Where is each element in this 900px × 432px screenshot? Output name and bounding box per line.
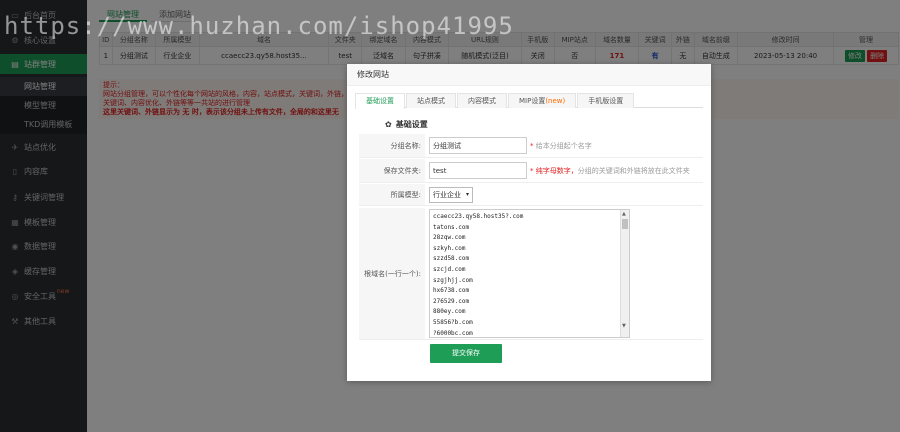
- group-name-input[interactable]: [429, 137, 527, 154]
- domain-line: 276529.com: [433, 297, 470, 305]
- domain-line: ccaecc23.qy58.host35?.com: [433, 213, 524, 220]
- form-row-folder: 保存文件夹: * 纯字母数字，分组的关键词和外链将放在此文件夹: [359, 159, 703, 183]
- form-row-group-name: 分组名称: * 给本分组起个名字: [359, 134, 703, 158]
- tab-site-mode[interactable]: 站点模式: [406, 93, 456, 108]
- gear-icon: ✿: [385, 120, 392, 129]
- domains-list: ccaecc23.qy58.host35?.com tatons.com 28z…: [430, 210, 629, 337]
- domain-line: szcjd.com: [433, 265, 466, 273]
- textarea-scrollbar[interactable]: ▲ ▼: [620, 210, 629, 337]
- new-badge: (new): [545, 97, 566, 105]
- scroll-down-icon[interactable]: ▼: [622, 323, 626, 329]
- edit-site-modal: 修改网站 基础设置 站点模式 内容模式 MIP设置(new) 手机版设置 ✿ 基础…: [347, 64, 711, 381]
- folder-label: 保存文件夹:: [359, 159, 425, 182]
- section-title: ✿ 基础设置: [385, 120, 428, 129]
- scroll-up-icon[interactable]: ▲: [622, 211, 626, 217]
- tab-content-mode[interactable]: 内容模式: [457, 93, 507, 108]
- modal-title: 修改网站: [347, 64, 711, 86]
- domains-textarea[interactable]: ccaecc23.qy58.host35?.com tatons.com 28z…: [429, 209, 630, 338]
- domains-label: 根域名(一行一个):: [359, 208, 425, 339]
- modal-tabs: 基础设置 站点模式 内容模式 MIP设置(new) 手机版设置: [355, 93, 703, 109]
- domain-line: tatons.com: [433, 223, 470, 231]
- group-name-hint: * 给本分组起个名字: [530, 141, 592, 150]
- model-label: 所属模型:: [359, 184, 425, 205]
- folder-input[interactable]: [429, 162, 527, 179]
- tab-mip-settings[interactable]: MIP设置(new): [508, 93, 577, 108]
- chevron-down-icon: ▾: [465, 190, 469, 198]
- domain-line: szzd58.com: [433, 255, 470, 263]
- domain-line: szkyh.com: [433, 244, 466, 252]
- domain-line: 880ey.com: [433, 308, 466, 316]
- folder-hint: * 纯字母数字，分组的关键词和外链将放在此文件夹: [530, 166, 690, 175]
- domain-line: hx6738.com: [433, 287, 470, 295]
- form-row-domains: 根域名(一行一个): ccaecc23.qy58.host35?.com tat…: [359, 208, 703, 340]
- domain-line: 55856?b.com: [433, 318, 473, 326]
- group-name-label: 分组名称:: [359, 134, 425, 157]
- tab-basic-settings[interactable]: 基础设置: [355, 93, 405, 109]
- domain-line: 28zqw.com: [433, 234, 466, 242]
- model-select[interactable]: 行业企业 ▾: [429, 186, 473, 203]
- tab-mobile-settings[interactable]: 手机版设置: [577, 93, 635, 108]
- form-row-model: 所属模型: 行业企业 ▾: [359, 184, 703, 206]
- scrollbar-thumb[interactable]: [622, 219, 628, 229]
- domain-line: ?6000bc.com: [433, 329, 473, 337]
- submit-save-button[interactable]: 提交保存: [430, 344, 502, 363]
- domain-line: szgjhjj.com: [433, 276, 473, 284]
